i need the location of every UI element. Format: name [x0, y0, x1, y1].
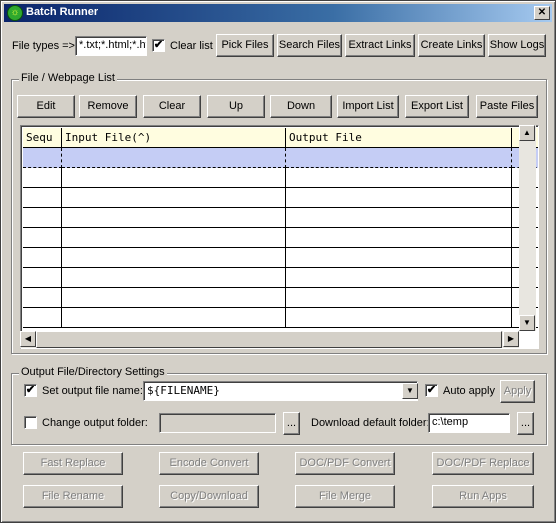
- cell-sequence[interactable]: [23, 268, 62, 288]
- cell-input-file[interactable]: [62, 208, 286, 228]
- cell-output-file[interactable]: [286, 188, 512, 208]
- clear-list-checkbox[interactable]: ✔: [152, 39, 165, 52]
- file-rename-button[interactable]: File Rename: [23, 485, 123, 508]
- cell-input-file[interactable]: [62, 268, 286, 288]
- file-merge-button[interactable]: File Merge: [295, 485, 395, 508]
- auto-apply-label: Auto apply: [443, 385, 495, 397]
- clear-button[interactable]: Clear: [143, 95, 201, 118]
- cell-sequence[interactable]: [23, 308, 62, 328]
- cell-output-file[interactable]: [286, 288, 512, 308]
- cell-sequence[interactable]: [23, 148, 62, 168]
- cell-output-file[interactable]: [286, 308, 512, 328]
- cell-input-file[interactable]: [62, 148, 286, 168]
- download-folder-input[interactable]: c:\temp: [428, 413, 510, 433]
- cell-input-file[interactable]: [62, 288, 286, 308]
- show-logs-button[interactable]: Show Logs: [488, 34, 546, 57]
- table-row[interactable]: [23, 208, 538, 228]
- grid-vertical-scrollbar[interactable]: ▲ ▼: [519, 125, 536, 331]
- apply-button[interactable]: Apply: [500, 380, 535, 403]
- set-output-name-label: Set output file name:: [42, 385, 143, 397]
- encode-convert-button[interactable]: Encode Convert: [159, 452, 259, 475]
- browse-output-folder-button[interactable]: ...: [283, 412, 300, 435]
- output-settings-group-title: Output File/Directory Settings: [19, 366, 167, 378]
- file-types-label: File types =>: [12, 40, 75, 52]
- change-output-folder-checkbox[interactable]: [24, 416, 37, 429]
- cell-output-file[interactable]: [286, 208, 512, 228]
- cell-output-file[interactable]: [286, 268, 512, 288]
- change-output-folder-label: Change output folder:: [42, 417, 148, 429]
- close-button[interactable]: ✕: [534, 6, 550, 20]
- up-button[interactable]: Up: [207, 95, 265, 118]
- doc-pdf-replace-button[interactable]: DOC/PDF Replace: [432, 452, 534, 475]
- column-header-input-file[interactable]: Input File(^): [62, 128, 286, 148]
- table-row[interactable]: [23, 168, 538, 188]
- table-row[interactable]: [23, 308, 538, 328]
- doc-pdf-convert-button[interactable]: DOC/PDF Convert: [295, 452, 395, 475]
- export-list-button[interactable]: Export List: [405, 95, 469, 118]
- browse-download-folder-button[interactable]: ...: [517, 412, 534, 435]
- grid-header-row: Sequ Input File(^) Output File: [23, 128, 538, 148]
- table-row[interactable]: [23, 228, 538, 248]
- file-grid[interactable]: Sequ Input File(^) Output File: [20, 125, 539, 349]
- cell-input-file[interactable]: [62, 228, 286, 248]
- output-folder-input[interactable]: [159, 413, 276, 433]
- download-folder-label: Download default folder:: [311, 417, 430, 429]
- set-output-name-checkbox[interactable]: ✔: [24, 384, 37, 397]
- auto-apply-checkbox[interactable]: ✔: [425, 384, 438, 397]
- table-row[interactable]: [23, 148, 538, 168]
- cell-sequence[interactable]: [23, 288, 62, 308]
- create-links-button[interactable]: Create Links: [418, 34, 485, 57]
- app-icon: ☼: [7, 5, 23, 21]
- edit-button[interactable]: Edit: [17, 95, 75, 118]
- table-row[interactable]: [23, 188, 538, 208]
- window-title: Batch Runner: [26, 6, 99, 18]
- clear-list-label: Clear list: [170, 40, 213, 52]
- cell-sequence[interactable]: [23, 228, 62, 248]
- output-name-input[interactable]: ${FILENAME}: [143, 381, 418, 401]
- paste-files-button[interactable]: Paste Files: [476, 95, 538, 118]
- scroll-right-icon[interactable]: ▶: [503, 331, 519, 347]
- table-row[interactable]: [23, 288, 538, 308]
- table-row[interactable]: [23, 248, 538, 268]
- horizontal-scroll-thumb[interactable]: [36, 331, 502, 348]
- cell-sequence[interactable]: [23, 168, 62, 188]
- pick-files-button[interactable]: Pick Files: [216, 34, 274, 57]
- file-types-input[interactable]: *.txt;*.html;*.ht: [75, 36, 147, 56]
- column-header-sequence[interactable]: Sequ: [23, 128, 62, 148]
- scroll-up-icon[interactable]: ▲: [519, 125, 535, 141]
- cell-output-file[interactable]: [286, 148, 512, 168]
- batch-runner-window: ☼ Batch Runner ✕ File types => *.txt;*.h…: [0, 0, 556, 523]
- title-bar[interactable]: ☼ Batch Runner ✕: [4, 4, 552, 22]
- run-apps-button[interactable]: Run Apps: [432, 485, 534, 508]
- cell-output-file[interactable]: [286, 228, 512, 248]
- scroll-left-icon[interactable]: ◀: [20, 331, 36, 347]
- fast-replace-button[interactable]: Fast Replace: [23, 452, 123, 475]
- cell-input-file[interactable]: [62, 188, 286, 208]
- cell-sequence[interactable]: [23, 188, 62, 208]
- remove-button[interactable]: Remove: [79, 95, 137, 118]
- import-list-button[interactable]: Import List: [337, 95, 399, 118]
- down-button[interactable]: Down: [270, 95, 332, 118]
- copy-download-button[interactable]: Copy/Download: [159, 485, 259, 508]
- grid-horizontal-scrollbar[interactable]: ◀ ▶: [20, 331, 519, 348]
- column-header-output-file[interactable]: Output File: [286, 128, 512, 148]
- cell-input-file[interactable]: [62, 248, 286, 268]
- output-name-dropdown-icon[interactable]: ▼: [402, 383, 418, 399]
- cell-sequence[interactable]: [23, 208, 62, 228]
- cell-sequence[interactable]: [23, 248, 62, 268]
- cell-output-file[interactable]: [286, 168, 512, 188]
- scroll-down-icon[interactable]: ▼: [519, 315, 535, 331]
- cell-input-file[interactable]: [62, 168, 286, 188]
- cell-input-file[interactable]: [62, 308, 286, 328]
- search-files-button[interactable]: Search Files: [277, 34, 342, 57]
- extract-links-button[interactable]: Extract Links: [345, 34, 415, 57]
- file-list-group-title: File / Webpage List: [19, 72, 117, 84]
- cell-output-file[interactable]: [286, 248, 512, 268]
- table-row[interactable]: [23, 268, 538, 288]
